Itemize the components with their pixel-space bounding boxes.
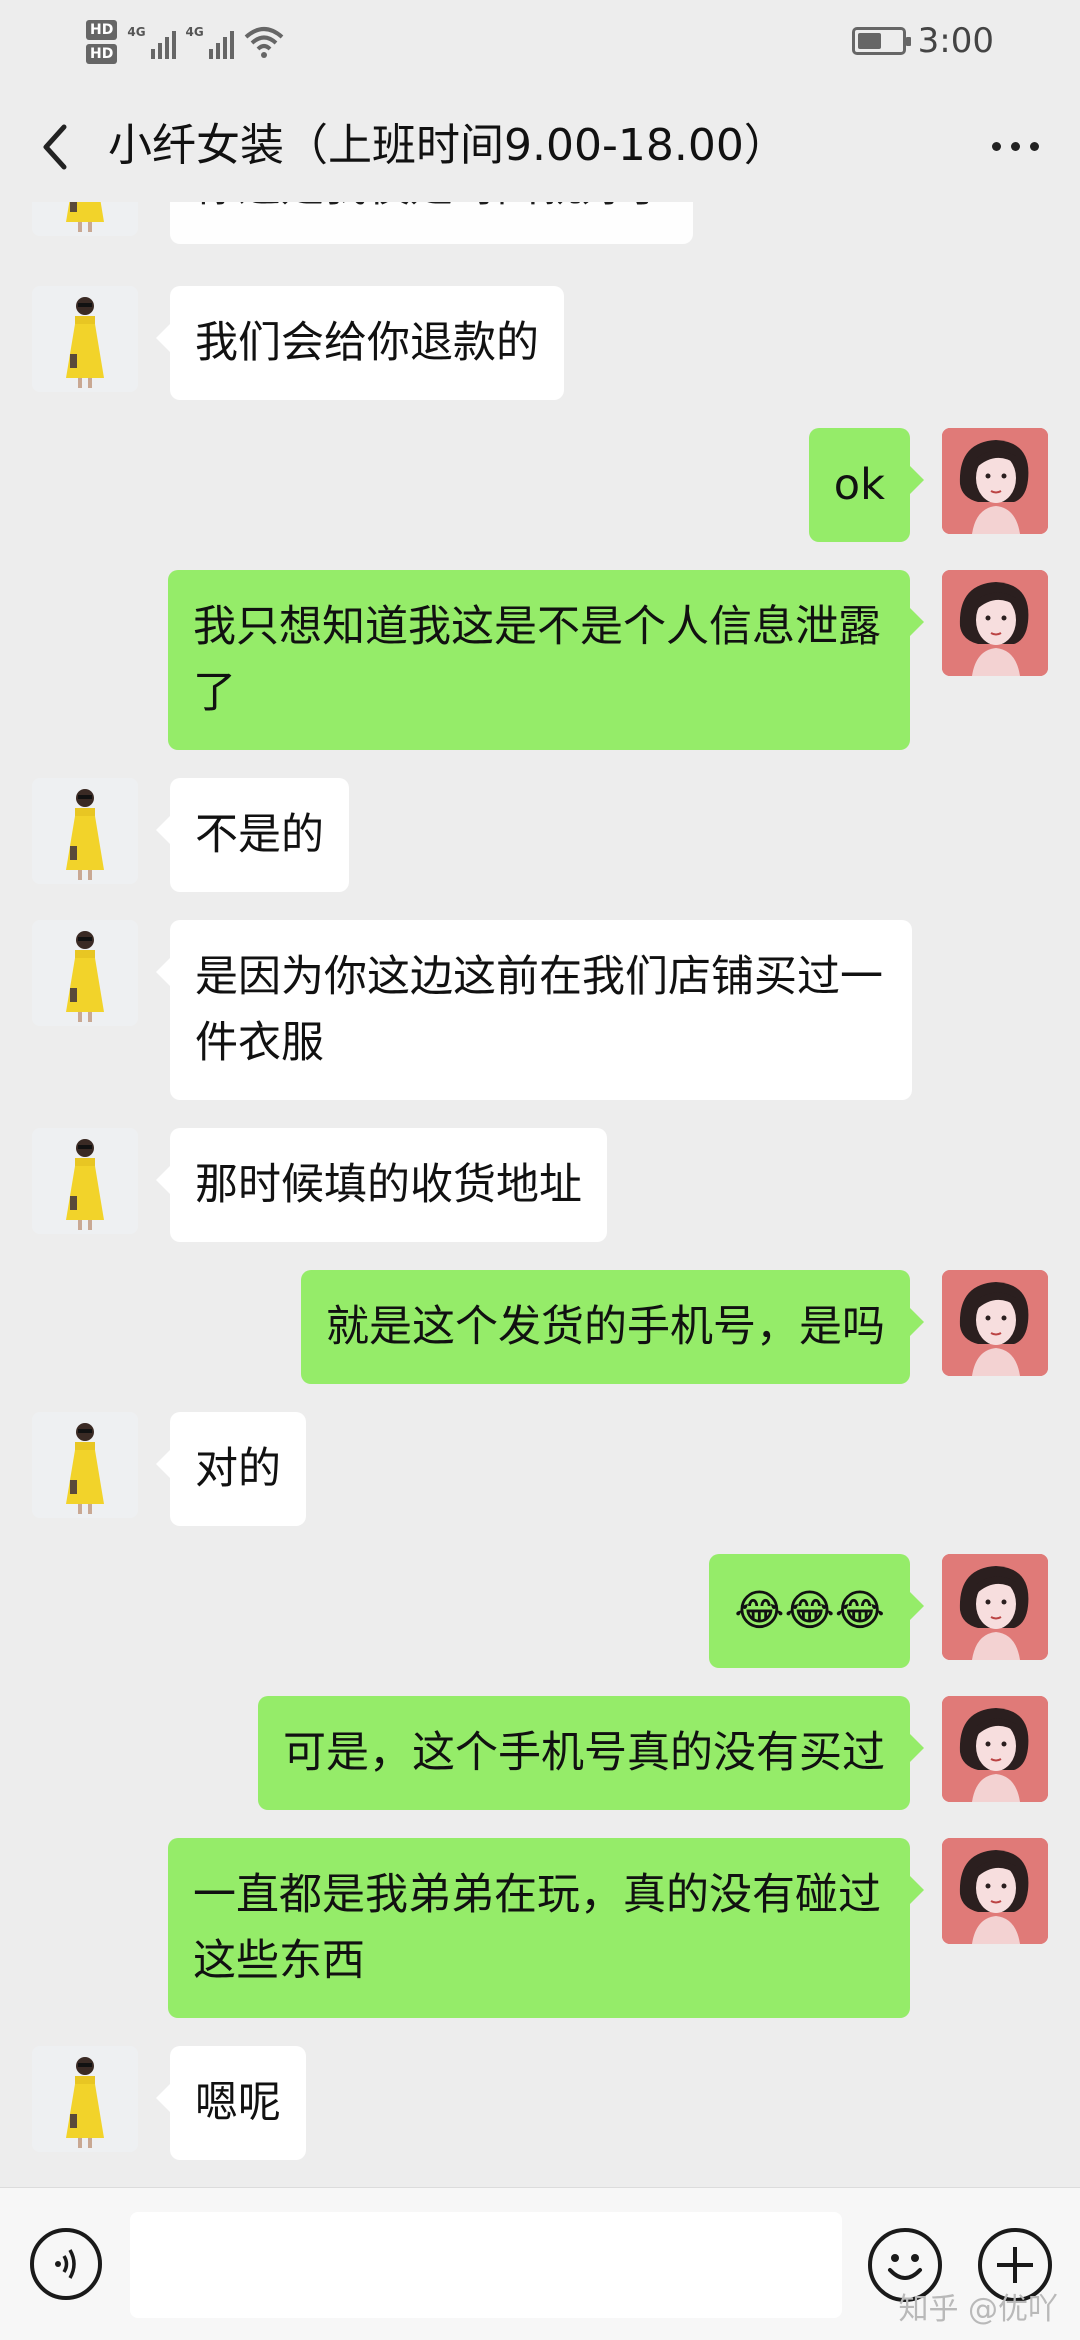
avatar-me[interactable] [942,1270,1048,1376]
avatar-me[interactable] [942,1838,1048,1944]
shop-avatar-image [32,286,138,392]
voice-wave-icon [55,2249,76,2279]
shop-avatar-image [32,2046,138,2152]
message-bubble[interactable]: ok [808,428,925,542]
message-bubble[interactable]: 对的 [156,1412,306,1526]
avatar-shop[interactable] [32,778,138,884]
signal-indicators: HD HD 4G 4G [86,12,284,72]
hd-badge-1: HD [86,20,118,40]
avatar-me[interactable] [942,1696,1048,1802]
shop-avatar-image [32,1412,138,1518]
chat-screen: HD HD 4G 4G 3:00 小纤女装（上班时间9.00-18.00） 我们… [0,0,1080,2340]
shop-avatar-image [32,920,138,1026]
avatar-me[interactable] [942,570,1048,676]
signal-icon-1: 4G [127,25,176,59]
shop-avatar-image [32,1128,138,1234]
title-bar: 小纤女装（上班时间9.00-18.00） [0,92,1080,202]
shop-avatar-image [32,778,138,884]
status-right: 3:00 [851,14,994,68]
clock: 3:00 [917,21,994,61]
message-bubble[interactable]: 不是的 [156,778,349,892]
message-input[interactable] [130,2212,842,2318]
shop-avatar-image [32,202,138,236]
more-dots-icon[interactable] [980,114,1050,178]
my-avatar-image [942,428,1048,534]
message-bubble[interactable]: 嗯呢 [156,2046,306,2160]
battery-icon [851,27,911,55]
message-bubble[interactable]: 我只想知道我这是不是个人信息泄露了 [168,570,924,750]
watermark: 知乎 @优吖 [898,2292,1058,2327]
message-bubble[interactable]: 是因为你这边这前在我们店铺买过一件衣服 [156,920,912,1100]
message-bubble[interactable]: 就是这个发货的手机号，是吗 [301,1270,924,1384]
message-bubble[interactable]: 那时候填的收货地址 [156,1128,607,1242]
my-avatar-image [942,1696,1048,1802]
message-bubble[interactable]: 你这是我夜是哥面就好了 [170,202,693,244]
my-avatar-image [942,1554,1048,1660]
signal-icon-2: 4G [186,25,234,59]
message-bubble[interactable]: 😂😂😂 [709,1554,924,1668]
hd-badge-2: HD [86,44,118,64]
message-bubble[interactable]: 可是，这个手机号真的没有买过 [258,1696,924,1810]
avatar-shop[interactable] [32,1412,138,1518]
status-bar: HD HD 4G 4G 3:00 [0,0,1080,80]
avatar-shop[interactable] [32,1128,138,1234]
avatar-shop[interactable] [32,286,138,392]
avatar-me[interactable] [942,1554,1048,1660]
input-bar: 知乎 @优吖 [0,2187,1080,2340]
my-avatar-image [942,1838,1048,1944]
chat-title: 小纤女装（上班时间9.00-18.00） [108,120,788,171]
message-bubble[interactable]: 我们会给你退款的 [156,286,564,400]
avatar-me[interactable] [942,428,1048,534]
message-list[interactable]: 你这是我夜是哥面就好了 我们会给你退款的 ok 我只想知道我这是不是个人信息泄露… [0,202,1080,2187]
my-avatar-image [942,570,1048,676]
message-bubble[interactable]: 一直都是我弟弟在玩，真的没有碰过这些东西 [168,1838,924,2018]
avatar-shop[interactable] [32,202,138,236]
avatar-shop[interactable] [32,2046,138,2152]
my-avatar-image [942,1270,1048,1376]
wifi-icon [244,27,284,58]
chevron-left-icon[interactable] [28,117,88,177]
avatar-shop[interactable] [32,920,138,1026]
voice-icon[interactable] [30,2228,102,2300]
